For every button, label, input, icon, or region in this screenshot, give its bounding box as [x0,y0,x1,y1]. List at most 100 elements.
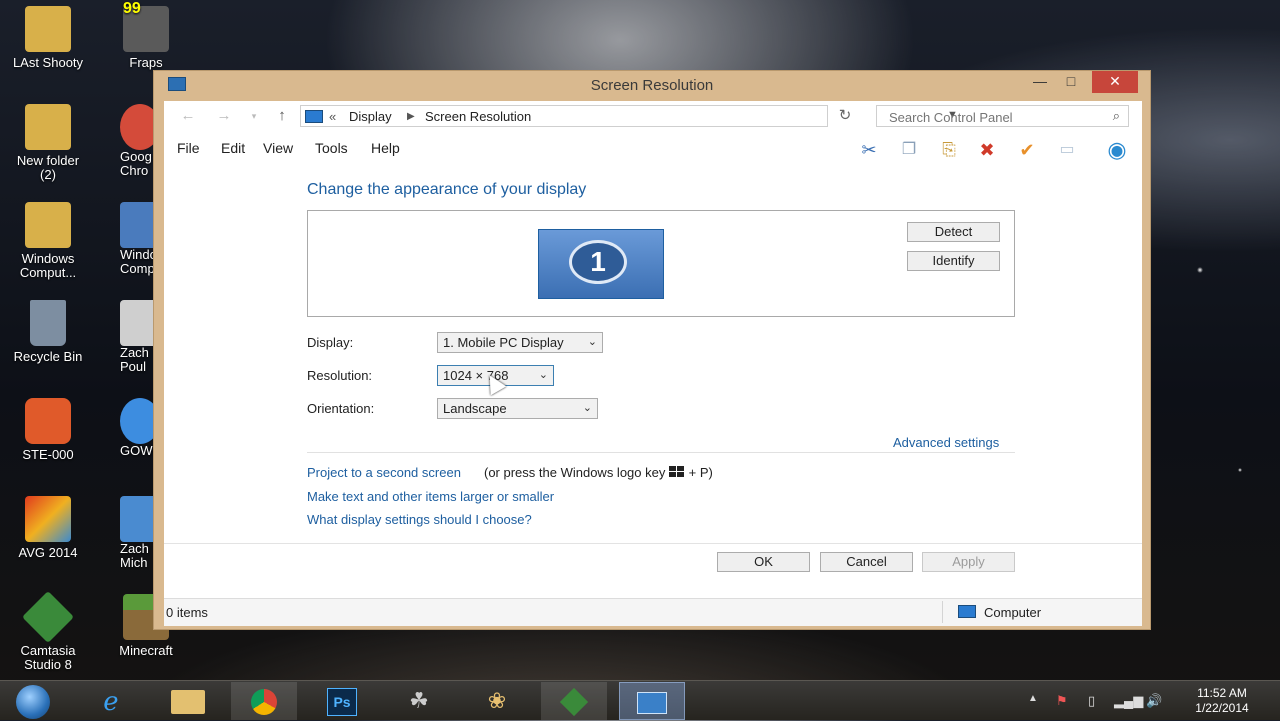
folder-icon [25,202,71,248]
gimp-icon: ☘ [409,688,429,713]
menu-edit[interactable]: Edit [221,140,245,156]
identify-button[interactable]: Identify [907,251,1000,271]
divider [307,452,1015,453]
address-row: ← → ▾ ↑ « Display ▶ Screen Resolution ▼ … [164,101,1142,131]
headphones-icon [25,398,71,444]
paste-icon[interactable]: ⎘ [937,139,961,161]
cut-icon[interactable]: ✂ [857,139,881,161]
menu-file[interactable]: File [177,140,200,156]
display-select[interactable]: 1. Mobile PC Display ⌄ [437,332,603,353]
checkmark-icon[interactable]: ✔ [1015,139,1039,161]
globe-icon[interactable]: ◉ [1105,139,1129,161]
power-icon[interactable]: ▯ [1088,693,1095,709]
clock[interactable]: 11:52 AM 1/22/2014 [1182,686,1262,716]
close-button[interactable]: ✕ [1092,71,1138,93]
internet-explorer-button[interactable]: ℯ [78,682,144,720]
fraps-badge: 99 [123,0,141,17]
divider [164,543,1142,544]
windows-logo-icon [668,466,685,478]
control-panel-taskbar-button[interactable] [619,682,685,720]
computer-icon [958,605,976,618]
properties-icon[interactable]: ▭ [1055,139,1079,161]
photoshop-icon: Ps [327,687,357,716]
recent-locations-button[interactable]: ▾ [244,107,264,125]
resolution-label: Resolution: [307,368,373,383]
breadcrumb-separator-icon[interactable]: ▶ [407,111,415,122]
monitor-icon [305,110,323,123]
file-explorer-button[interactable] [155,682,221,720]
status-location-label: Computer [984,605,1042,620]
window-client: ← → ▾ ↑ « Display ▶ Screen Resolution ▼ … [164,101,1142,626]
desktop-icon-fraps[interactable]: 99 Fraps [98,1,194,70]
orientation-select[interactable]: Landscape ⌄ [437,398,598,419]
advanced-settings-link[interactable]: Advanced settings [893,435,999,450]
desktop-icon-label: Fraps [129,55,163,70]
paint-taskbar-button[interactable]: ❀ [464,682,530,720]
desktop-icon-label: New folder (2) [16,153,80,182]
breadcrumb-display[interactable]: Display [349,109,392,124]
search-icon[interactable]: ⌕ [1113,108,1120,124]
camtasia-taskbar-button[interactable] [541,682,607,720]
desktop-icon-recycle-bin[interactable]: Recycle Bin [0,300,96,364]
up-button[interactable]: ↑ [272,107,292,125]
chevron-down-icon: ⌄ [587,336,597,348]
monitor-1-tile[interactable]: 1 [538,229,664,299]
gimp-taskbar-button[interactable]: ☘ [386,682,452,720]
desktop-icon-camtasia[interactable]: Camtasia Studio 8 [0,590,96,672]
search-box[interactable]: ⌕ [876,105,1129,127]
project-hint-text: (or press the Windows logo key + P) [484,465,713,480]
chrome-taskbar-button[interactable] [231,682,297,720]
desktop-icon-last-shooty[interactable]: LAst Shooty [0,6,96,70]
display-value: 1. Mobile PC Display [443,335,564,350]
network-icon[interactable]: ▂▄▆ [1114,693,1143,709]
back-button[interactable]: ← [178,107,198,125]
taskbar: ℯ Ps ☘ ❀ ▲ ⚑ ▯ ▂▄▆ 🔊 11:52 AM 1/22/2014 [0,680,1280,720]
text-size-link[interactable]: Make text and other items larger or smal… [307,489,554,504]
detect-button[interactable]: Detect [907,222,1000,242]
menu-tools[interactable]: Tools [315,140,348,156]
minimize-button[interactable]: — [1028,71,1052,93]
desktop-icon-windows-computer[interactable]: Windows Comput... [0,202,96,280]
desktop-icon-new-folder[interactable]: New folder (2) [0,104,96,182]
status-location: Computer [958,605,1041,620]
avg-icon [25,496,71,542]
desktop-icon-ste-000[interactable]: STE-000 [0,398,96,462]
paint-palette-icon: ❀ [487,688,507,713]
refresh-button[interactable]: ↻ [834,105,856,127]
chrome-icon [251,688,277,715]
project-second-screen-link[interactable]: Project to a second screen [307,465,461,480]
volume-icon[interactable]: 🔊 [1146,693,1162,709]
desktop-icon-label: Windows Comput... [19,251,77,280]
copy-icon[interactable]: ❐ [897,139,921,161]
display-help-link[interactable]: What display settings should I choose? [307,512,532,527]
desktop-icon-avg-2014[interactable]: AVG 2014 [0,496,96,560]
maximize-button[interactable]: □ [1059,71,1083,93]
orientation-label: Orientation: [307,401,375,416]
project-hint-prefix: (or press the Windows logo key [484,465,666,480]
monitor-number: 1 [569,240,627,284]
breadcrumb-screen-resolution[interactable]: Screen Resolution [425,109,531,124]
delete-icon[interactable]: ✖ [975,139,999,161]
address-bar[interactable]: « Display ▶ Screen Resolution ▼ [300,105,958,127]
photoshop-taskbar-button[interactable]: Ps [309,682,375,720]
menu-help[interactable]: Help [371,140,400,156]
page-heading: Change the appearance of your display [307,181,587,198]
apply-button[interactable]: Apply [922,552,1015,572]
show-hidden-icons-button[interactable]: ▲ [1028,693,1038,704]
window-title: Screen Resolution [590,77,714,94]
desktop-icon-label: Camtasia Studio 8 [20,643,76,672]
folder-icon [171,689,205,714]
start-button[interactable] [0,682,66,720]
desktop-icon-label: STE-000 [22,447,74,462]
menu-view[interactable]: View [263,140,293,156]
breadcrumb-overflow[interactable]: « [329,109,336,124]
desktop-icon-label: Minecraft [119,643,173,658]
action-center-icon[interactable]: ⚑ [1056,693,1068,709]
chevron-down-icon: ⌄ [538,369,548,381]
forward-button[interactable]: → [214,107,234,125]
project-hint-suffix: + P) [688,465,713,480]
ok-button[interactable]: OK [717,552,810,572]
title-bar[interactable]: Screen Resolution — □ ✕ [154,71,1150,101]
cancel-button[interactable]: Cancel [820,552,913,572]
search-input[interactable] [887,109,1091,126]
